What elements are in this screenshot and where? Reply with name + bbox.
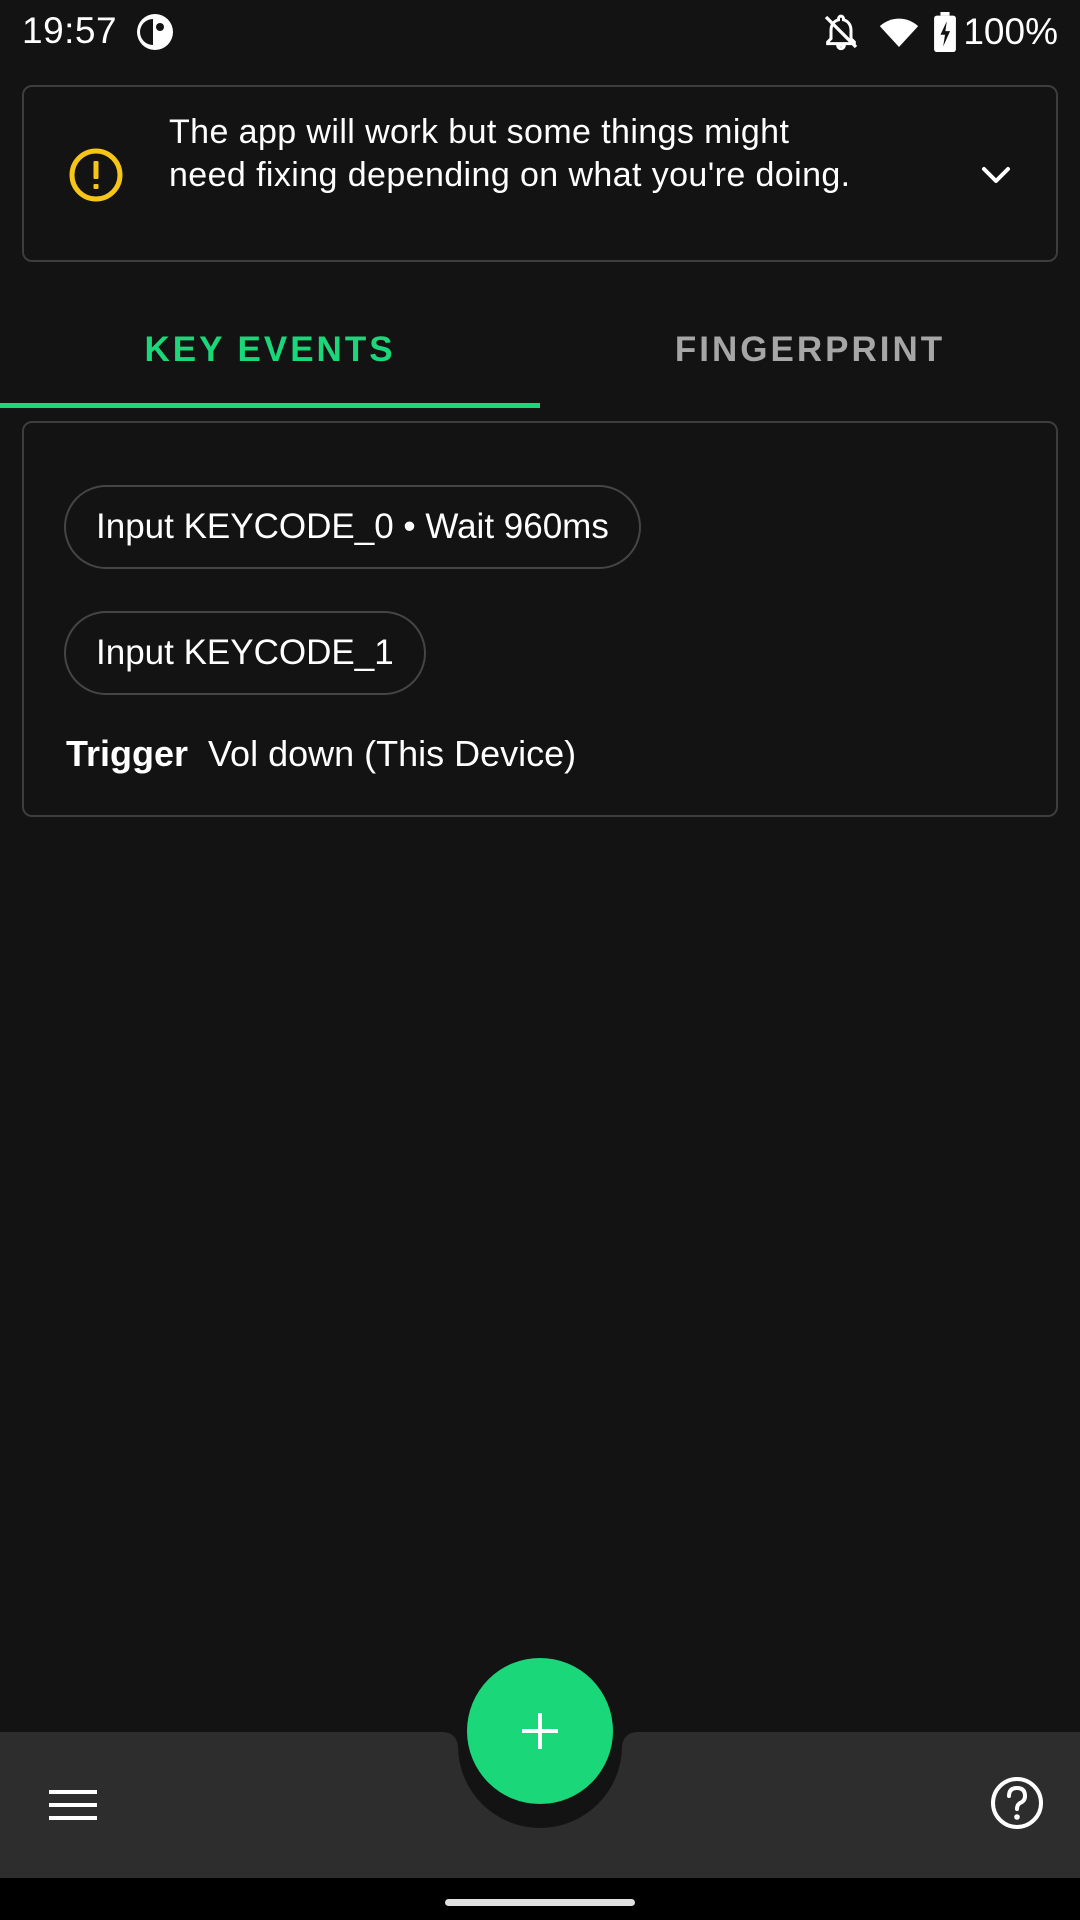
trigger-row: Trigger Vol down (This Device) xyxy=(66,733,576,775)
notifications-off-icon xyxy=(825,14,858,51)
navigation-bar xyxy=(0,1878,1080,1920)
warning-icon xyxy=(69,148,123,202)
menu-icon[interactable] xyxy=(44,1782,102,1828)
warning-banner[interactable]: The app will work but some things might … xyxy=(22,85,1058,262)
trigger-label: Trigger xyxy=(66,733,189,774)
wifi-icon xyxy=(880,18,919,47)
tab-key-events[interactable]: KEY EVENTS xyxy=(0,290,540,410)
battery-percent: 100% xyxy=(963,11,1058,52)
add-icon xyxy=(522,1713,558,1749)
app-logo-icon xyxy=(137,14,173,50)
status-bar: 19:57 100% xyxy=(0,0,1080,64)
screen: 19:57 100% The app will work but some th… xyxy=(0,0,1080,1920)
action-chip[interactable]: Input KEYCODE_1 xyxy=(64,611,426,695)
tab-indicator xyxy=(0,403,540,408)
status-icons: 100% xyxy=(821,11,1058,52)
battery-charging-icon xyxy=(934,12,957,52)
add-mapping-button[interactable] xyxy=(467,1658,613,1804)
help-icon[interactable] xyxy=(988,1774,1046,1832)
warning-message: The app will work but some things might … xyxy=(169,113,851,194)
home-gesture-handle[interactable] xyxy=(445,1899,635,1906)
trigger-value: Vol down (This Device) xyxy=(208,733,577,774)
tab-fingerprint[interactable]: FINGERPRINT xyxy=(540,290,1080,410)
chevron-down-icon[interactable] xyxy=(976,155,1016,195)
tab-bar: KEY EVENTS FINGERPRINT xyxy=(0,290,1080,410)
status-time: 19:57 xyxy=(22,10,118,51)
action-chip[interactable]: Input KEYCODE_0 • Wait 960ms xyxy=(64,485,641,569)
key-map-card[interactable]: Input KEYCODE_0 • Wait 960ms Input KEYCO… xyxy=(22,421,1058,817)
